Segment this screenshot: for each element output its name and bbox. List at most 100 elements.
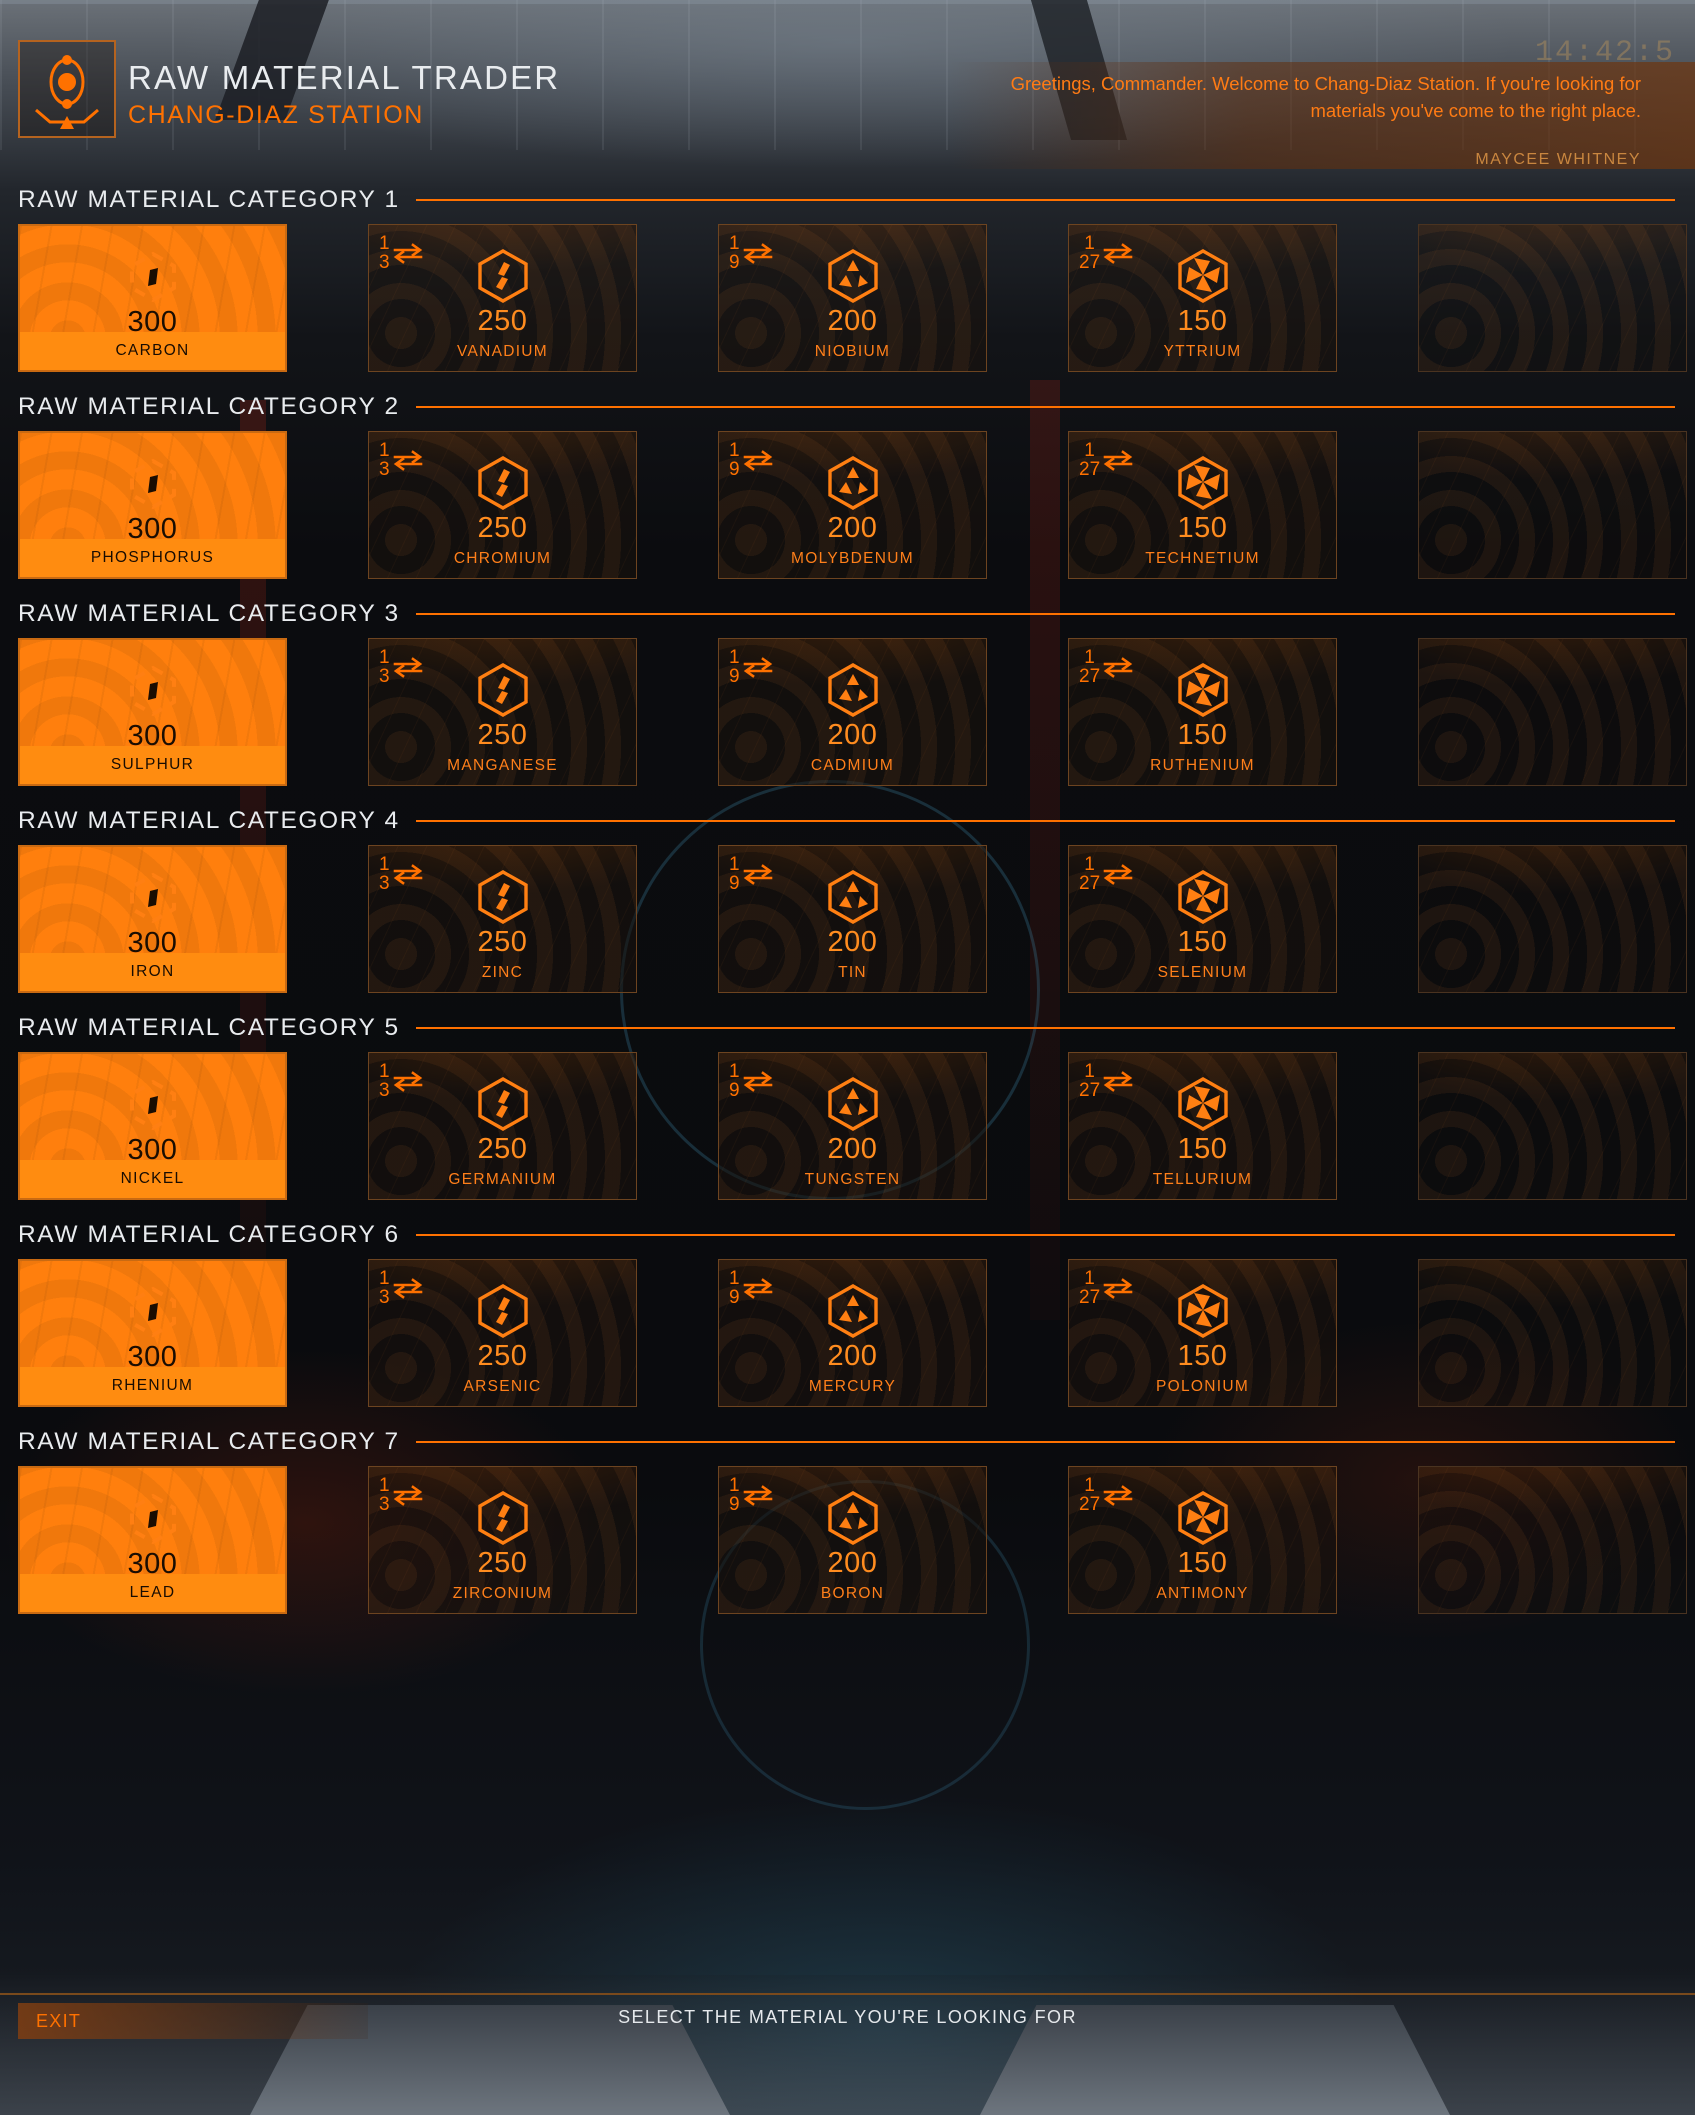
material-card-empty	[1418, 431, 1687, 579]
material-slot: 300 CARBON	[18, 224, 368, 372]
material-card[interactable]: 300 LEAD	[18, 1466, 287, 1614]
material-card[interactable]: 1 9 200 TUNGSTEN	[718, 1052, 987, 1200]
card-texture	[1419, 1053, 1686, 1199]
category-rule	[415, 1027, 1675, 1029]
material-card-empty	[1418, 845, 1687, 993]
category-header: RAW MATERIAL CATEGORY 7	[0, 1424, 1695, 1460]
material-slot	[1418, 1259, 1687, 1407]
station-name: CHANG-DIAZ STATION	[128, 100, 424, 129]
grade2-hex-icon	[369, 868, 636, 926]
trader-orbit-icon	[18, 40, 116, 138]
material-card[interactable]: 1 27 150 YTTRIUM	[1068, 224, 1337, 372]
material-name: PHOSPHORUS	[20, 539, 285, 577]
material-card[interactable]: 300 RHENIUM	[18, 1259, 287, 1407]
material-name: MOLYBDENUM	[791, 550, 914, 567]
material-card[interactable]: 300 CARBON	[18, 224, 287, 372]
category-title: RAW MATERIAL CATEGORY 4	[18, 807, 400, 834]
material-card[interactable]: 300 PHOSPHORUS	[18, 431, 287, 579]
material-card[interactable]: 1 27 150 POLONIUM	[1068, 1259, 1337, 1407]
material-slot: 1 9 200 MERCURY	[718, 1259, 1068, 1407]
material-slot: 1 3 250 ARSENIC	[368, 1259, 718, 1407]
material-name: TECHNETIUM	[1145, 550, 1260, 567]
material-card[interactable]: 1 9 200 TIN	[718, 845, 987, 993]
material-slot: 1 3 250 CHROMIUM	[368, 431, 718, 579]
material-card-empty	[1418, 1466, 1687, 1614]
material-name: RHENIUM	[20, 1367, 285, 1405]
material-slot: 1 3 250 ZINC	[368, 845, 718, 993]
material-card[interactable]: 1 3 250 ZINC	[368, 845, 637, 993]
grade1-diamond-icon	[20, 869, 285, 927]
category-rule	[415, 613, 1675, 615]
category-cards: 300 SULPHUR 1 3 250 MANGANESE 1 9 200 CADMIUM 1 27 1…	[0, 638, 1695, 786]
material-slot: 300 LEAD	[18, 1466, 368, 1614]
category-row: RAW MATERIAL CATEGORY 3 300 SULPHUR 1 3 250 MA…	[0, 596, 1695, 786]
material-slot: 300 NICKEL	[18, 1052, 368, 1200]
category-header: RAW MATERIAL CATEGORY 2	[0, 389, 1695, 425]
footer-bar: EXIT SELECT THE MATERIAL YOU'RE LOOKING …	[0, 1993, 1695, 2047]
material-card[interactable]: 1 3 250 ARSENIC	[368, 1259, 637, 1407]
material-card[interactable]: 1 27 150 SELENIUM	[1068, 845, 1337, 993]
material-name: YTTRIUM	[1163, 343, 1242, 360]
material-card[interactable]: 1 3 250 CHROMIUM	[368, 431, 637, 579]
material-card[interactable]: 1 3 250 VANADIUM	[368, 224, 637, 372]
material-slot: 1 27 150 SELENIUM	[1068, 845, 1418, 993]
material-slot: 1 3 250 MANGANESE	[368, 638, 718, 786]
grade1-diamond-icon	[20, 1283, 285, 1341]
material-slot: 1 27 150 RUTHENIUM	[1068, 638, 1418, 786]
category-title: RAW MATERIAL CATEGORY 5	[18, 1014, 400, 1041]
material-card[interactable]: 1 27 150 TECHNETIUM	[1068, 431, 1337, 579]
material-slot: 1 27 150 POLONIUM	[1068, 1259, 1418, 1407]
material-slot: 1 27 150 ANTIMONY	[1068, 1466, 1418, 1614]
category-header: RAW MATERIAL CATEGORY 1	[0, 182, 1695, 218]
category-row: RAW MATERIAL CATEGORY 6 300 RHENIUM 1 3 250 AR…	[0, 1217, 1695, 1407]
material-slot: 1 9 200 TIN	[718, 845, 1068, 993]
material-slot	[1418, 1466, 1687, 1614]
grade2-hex-icon	[369, 1489, 636, 1547]
category-row: RAW MATERIAL CATEGORY 1 300 CARBON 1 3 250 VAN…	[0, 182, 1695, 372]
material-card[interactable]: 300 IRON	[18, 845, 287, 993]
material-card[interactable]: 1 27 150 ANTIMONY	[1068, 1466, 1337, 1614]
grade4-hex-icon	[1069, 454, 1336, 512]
card-texture	[1419, 639, 1686, 785]
material-card[interactable]: 1 9 200 MERCURY	[718, 1259, 987, 1407]
grade1-diamond-icon	[20, 455, 285, 513]
material-slot	[1418, 845, 1687, 993]
grade3-hex-icon	[719, 868, 986, 926]
material-slot: 1 27 150 TELLURIUM	[1068, 1052, 1418, 1200]
material-card[interactable]: 1 9 200 NIOBIUM	[718, 224, 987, 372]
grade1-diamond-icon	[20, 1076, 285, 1134]
category-row: RAW MATERIAL CATEGORY 7 300 LEAD 1 3 250 ZIRCO…	[0, 1424, 1695, 1614]
material-slot: 1 27 150 TECHNETIUM	[1068, 431, 1418, 579]
material-slot: 300 SULPHUR	[18, 638, 368, 786]
material-card[interactable]: 1 3 250 ZIRCONIUM	[368, 1466, 637, 1614]
grade2-hex-icon	[369, 454, 636, 512]
footer-hint: SELECT THE MATERIAL YOU'RE LOOKING FOR	[618, 2007, 1077, 2027]
grade1-diamond-icon	[20, 1490, 285, 1548]
category-title: RAW MATERIAL CATEGORY 6	[18, 1221, 400, 1248]
material-card[interactable]: 1 9 200 CADMIUM	[718, 638, 987, 786]
material-name: IRON	[20, 953, 285, 991]
category-row: RAW MATERIAL CATEGORY 2 300 PHOSPHORUS 1 3 25…	[0, 389, 1695, 579]
category-header: RAW MATERIAL CATEGORY 5	[0, 1010, 1695, 1046]
category-cards: 300 LEAD 1 3 250 ZIRCONIUM 1 9 200 BORON 1 27 150 ANT…	[0, 1466, 1695, 1614]
greeting-panel: Greetings, Commander. Welcome to Chang-D…	[949, 62, 1695, 169]
card-texture	[1419, 432, 1686, 578]
card-texture	[1419, 846, 1686, 992]
category-cards: 300 CARBON 1 3 250 VANADIUM 1 9 200 NIOBIUM 1 27 150…	[0, 224, 1695, 372]
material-card[interactable]: 300 SULPHUR	[18, 638, 287, 786]
material-slot: 1 9 200 BORON	[718, 1466, 1068, 1614]
material-card[interactable]: 1 3 250 GERMANIUM	[368, 1052, 637, 1200]
material-card[interactable]: 300 NICKEL	[18, 1052, 287, 1200]
category-cards: 300 IRON 1 3 250 ZINC 1 9 200 TIN 1 27 150 SELENIUM	[0, 845, 1695, 993]
grade2-hex-icon	[369, 1282, 636, 1340]
page-title: RAW MATERIAL TRADER	[128, 59, 561, 96]
material-card[interactable]: 1 3 250 MANGANESE	[368, 638, 637, 786]
material-card[interactable]: 1 27 150 RUTHENIUM	[1068, 638, 1337, 786]
category-title: RAW MATERIAL CATEGORY 3	[18, 600, 400, 627]
card-texture	[1419, 225, 1686, 371]
material-card[interactable]: 1 27 150 TELLURIUM	[1068, 1052, 1337, 1200]
material-card[interactable]: 1 9 200 MOLYBDENUM	[718, 431, 987, 579]
material-name: CADMIUM	[810, 757, 895, 774]
material-card[interactable]: 1 9 200 BORON	[718, 1466, 987, 1614]
grade3-hex-icon	[719, 1282, 986, 1340]
